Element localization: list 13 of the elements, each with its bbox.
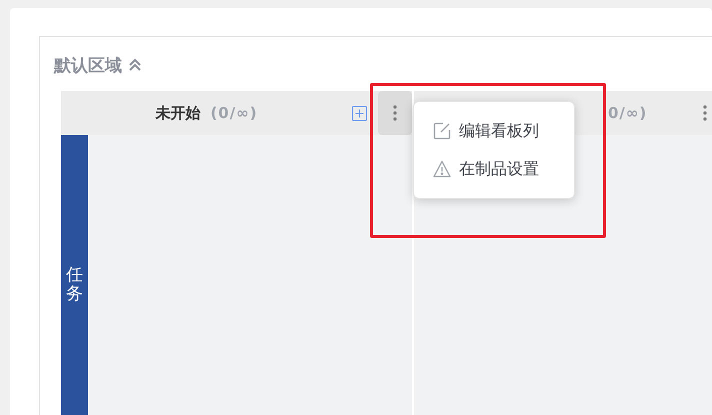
column-count: 0/∞) [608,104,648,122]
column-count: (0/∞) [210,104,258,122]
warning-icon [433,160,451,178]
column-title: 未开始 [155,104,200,122]
menu-item[interactable]: 在制品设置 [414,150,574,188]
more-icon [393,105,397,121]
edit-icon [433,122,451,140]
section-title: 默认区域 [54,54,122,76]
add-icon[interactable] [352,106,367,120]
menu-item[interactable]: 编辑看板列 [414,112,574,150]
more-icon [703,105,707,121]
collapse-icon[interactable] [128,58,142,72]
swimlane-title: 任务 [66,266,83,304]
